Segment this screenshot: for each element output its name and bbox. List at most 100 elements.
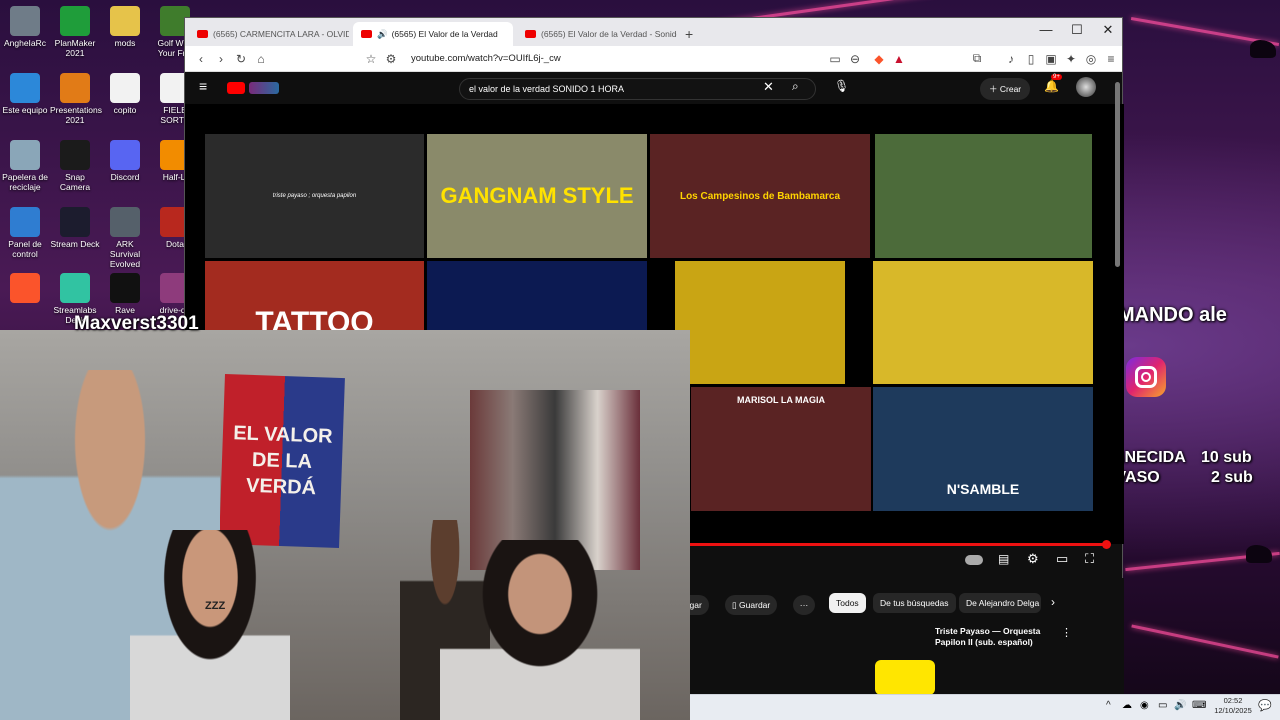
youtube-favicon-icon xyxy=(361,30,372,38)
thumbnail-campesinos[interactable]: Los Campesinos de Bambamarca xyxy=(650,134,870,258)
video-options-icon[interactable]: ⋮ xyxy=(1061,626,1072,639)
create-button[interactable]: ＋ Crear xyxy=(980,78,1031,100)
microphone-icon[interactable]: 🎙 xyxy=(834,79,849,93)
person-right xyxy=(440,540,640,720)
desktop-icon-label: copito xyxy=(113,105,137,115)
computer-icon xyxy=(10,73,40,103)
rewards-icon[interactable]: ▲ xyxy=(889,52,909,66)
desktop-icon-angheiarc[interactable]: AngheIaRc xyxy=(0,4,50,66)
site-settings-icon[interactable]: ⚙ xyxy=(381,52,401,66)
tab-valor-verdad-sonido[interactable]: (6565) El Valor de la Verdad - Sonido xyxy=(517,22,677,46)
bookmark-icon[interactable]: ☆ xyxy=(361,52,381,66)
subtitles-icon[interactable]: ▤ xyxy=(998,552,1009,566)
thumbnail-marisol[interactable]: MARISOL LA MAGIA xyxy=(691,387,871,511)
tray-expand-icon[interactable]: ^ xyxy=(1106,700,1111,711)
menu-icon[interactable]: ≡ xyxy=(1101,52,1121,66)
notification-center-icon[interactable]: 💬 xyxy=(1258,699,1272,712)
streamlabs-icon xyxy=(60,273,90,303)
address-bar[interactable]: youtube.com/watch?v=OUIfL6j-_cw xyxy=(411,53,561,64)
webcam-feed: EL VALOR DE LA VERDÁ ZZZ xyxy=(0,330,690,720)
user-folder-icon xyxy=(10,6,40,36)
screenshot-icon[interactable]: ⧉ xyxy=(967,51,987,66)
desktop-icon-label: Este equipo xyxy=(2,105,48,115)
tab-carmencita[interactable]: (6565) CARMENCITA LARA - OLVIDAL xyxy=(189,22,349,46)
notification-badge: 9+ xyxy=(1051,74,1062,80)
brave-shields-icon[interactable]: ◆ xyxy=(869,52,889,66)
chip-de-alejandro[interactable]: De Alejandro Delga xyxy=(959,593,1041,613)
minimize-button[interactable]: — xyxy=(1031,22,1061,37)
desktop-icon-stream-deck[interactable]: Stream Deck xyxy=(50,205,100,267)
forward-icon[interactable]: › xyxy=(211,52,231,66)
clock[interactable]: 02:52 12/10/2025 xyxy=(1208,696,1258,716)
avatar[interactable] xyxy=(1076,77,1096,97)
hamburger-menu-icon[interactable]: ≡ xyxy=(199,78,207,94)
desktop-icon-papelera-de-reciclaje[interactable]: Papelera de reciclaje xyxy=(0,138,50,200)
new-tab-button[interactable]: + xyxy=(677,22,701,46)
volume-icon[interactable]: 🔊 xyxy=(1174,700,1186,711)
clear-search-icon[interactable]: ✕ xyxy=(763,79,774,95)
cast-icon[interactable]: ▭ xyxy=(825,52,845,66)
desktop-icon-copito[interactable]: copito xyxy=(100,71,150,133)
reload-icon[interactable]: ↻ xyxy=(231,52,251,66)
desktop-icon-este-equipo[interactable]: Este equipo xyxy=(0,71,50,133)
presentations-icon xyxy=(60,73,90,103)
notifications-bell-icon[interactable]: 🔔 xyxy=(1044,79,1059,93)
leo-icon[interactable]: ✦ xyxy=(1061,52,1081,66)
thumbnail-nsamble[interactable]: N'SAMBLE xyxy=(873,387,1093,511)
thumbnail-gangnam-style[interactable]: GANGNAM STYLE xyxy=(427,134,647,258)
chip-de-tus-busquedas[interactable]: De tus búsquedas xyxy=(873,593,956,613)
clock-time: 02:52 xyxy=(1223,696,1243,705)
desktop-icon-presentations-2021[interactable]: Presentations 2021 xyxy=(50,71,102,133)
thumbnail-triste-payaso[interactable]: triste payaso ; orquesta papilon xyxy=(205,134,424,258)
tab-title: (6565) El Valor de la Verdad xyxy=(391,29,498,39)
back-icon[interactable]: ‹ xyxy=(191,52,211,66)
poster-text: EL VALOR DE LA VERDÁ xyxy=(232,422,333,500)
youtube-header: ≡ el valor de la verdad SONIDO 1 HORA ✕ … xyxy=(185,72,1122,102)
autoplay-toggle[interactable] xyxy=(965,555,983,565)
stream-deck-icon xyxy=(60,207,90,237)
desktop-icon-discord[interactable]: Discord xyxy=(100,138,150,200)
desktop-icon-planmaker-2021[interactable]: PlanMaker 2021 xyxy=(50,4,100,66)
save-button[interactable]: ▯ Guardar xyxy=(725,595,778,615)
wallet-icon[interactable]: ▣ xyxy=(1041,52,1061,66)
desktop-icons: AngheIaRc PlanMaker 2021 mods Golf With You… xyxy=(0,0,192,333)
desktop-icon-panel-de-control[interactable]: Panel de control xyxy=(0,205,50,267)
thumbnail-sean-kingston[interactable] xyxy=(675,261,845,384)
vpn-icon[interactable]: ◎ xyxy=(1081,52,1101,66)
desktop-icon-label: Panel de control xyxy=(8,239,42,259)
tab-valor-verdad-active[interactable]: 🔊 (6565) El Valor de la Verdad xyxy=(353,22,513,46)
tab-strip: (6565) CARMENCITA LARA - OLVIDAL 🔊 (6565)… xyxy=(185,18,1122,46)
fullscreen-icon[interactable]: ⛶ xyxy=(1085,551,1094,567)
more-actions-button[interactable]: ··· xyxy=(793,595,815,615)
desktop-icon-ark-survival-evolved[interactable]: ARK Survival Evolved xyxy=(100,205,150,269)
keyboard-icon[interactable]: ⌨ xyxy=(1192,700,1206,711)
desktop-icon-label: PlanMaker 2021 xyxy=(54,38,96,58)
desktop-icon-label: Discord xyxy=(110,172,140,182)
sidebar-icon[interactable]: ▯ xyxy=(1021,52,1041,66)
tab-title: (6565) CARMENCITA LARA - OLVIDAL xyxy=(213,29,349,39)
clock-date: 12/10/2025 xyxy=(1214,706,1252,715)
thumbnail-machu-picchu[interactable] xyxy=(875,134,1092,258)
tray-app-icon[interactable]: ☁ xyxy=(1122,700,1132,711)
close-window-button[interactable]: ✕ xyxy=(1093,22,1123,38)
theater-mode-icon[interactable]: ▭ xyxy=(1056,551,1068,567)
search-icon[interactable]: ⌕ xyxy=(792,79,799,94)
maximize-button[interactable]: ☐ xyxy=(1062,22,1092,38)
next-video-title[interactable]: Triste Payaso — Orquesta Papilon II (sub… xyxy=(935,626,1065,648)
youtube-logo-icon[interactable] xyxy=(227,82,245,94)
thumbnail-singer-yellow[interactable] xyxy=(873,261,1093,384)
settings-gear-icon[interactable]: ⚙ xyxy=(1027,551,1039,567)
desktop-icon-snap-camera[interactable]: Snap Camera xyxy=(50,138,100,200)
chip-todos[interactable]: Todos xyxy=(829,593,866,613)
tray-app-icon[interactable]: ◉ xyxy=(1140,700,1149,711)
file-icon xyxy=(110,73,140,103)
network-icon[interactable]: ▭ xyxy=(1158,700,1167,711)
zoom-icon[interactable]: ⊖ xyxy=(845,52,865,66)
brave-icon xyxy=(10,273,40,303)
page-scrollbar[interactable] xyxy=(1115,82,1120,267)
chips-next-icon[interactable]: › xyxy=(1051,595,1055,609)
home-icon[interactable]: ⌂ xyxy=(251,52,271,66)
desktop-icon-brave[interactable] xyxy=(0,271,50,333)
music-icon[interactable]: ♪ xyxy=(1001,52,1021,66)
desktop-icon-mods[interactable]: mods xyxy=(100,4,150,66)
